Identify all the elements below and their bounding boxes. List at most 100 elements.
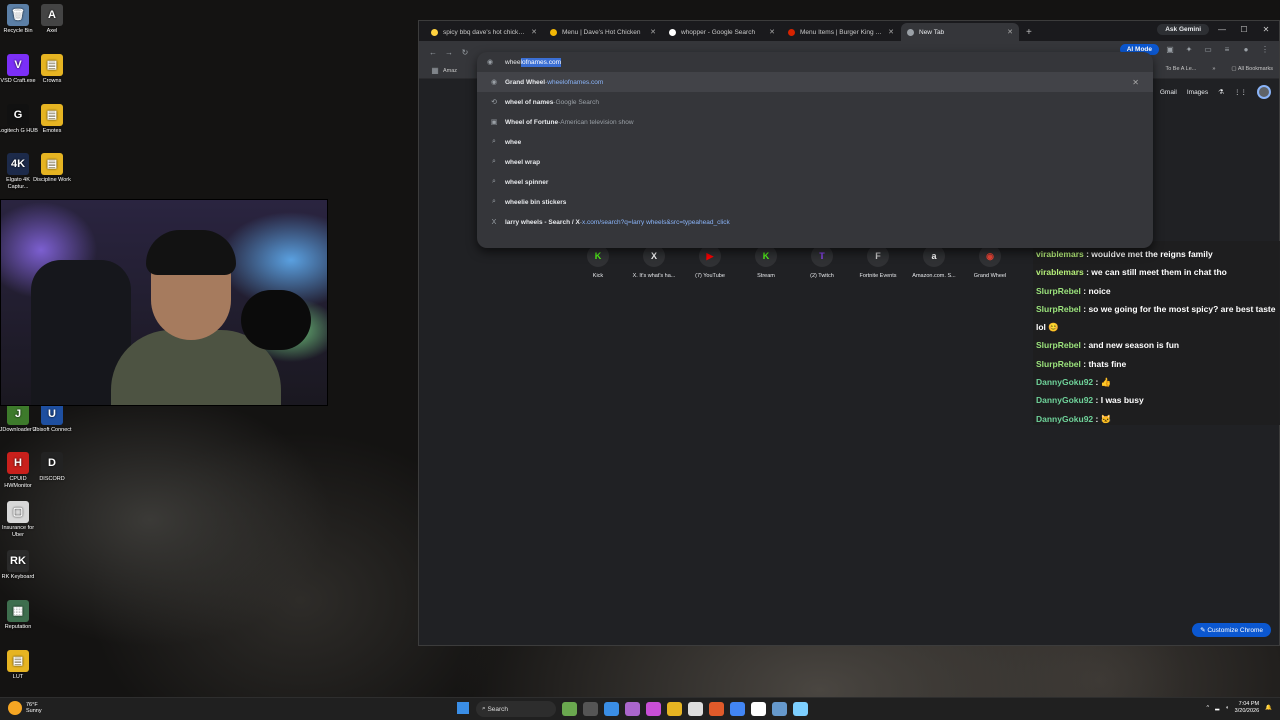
omnibox-suggestion[interactable]: ⌕ whee	[477, 132, 1153, 152]
taskbar-app-icon[interactable]	[583, 702, 598, 716]
reload-icon[interactable]: ↻	[457, 48, 473, 57]
downloads-icon[interactable]: ≡	[1219, 45, 1235, 54]
desktop-icon[interactable]: D DISCORD	[30, 452, 74, 483]
desktop-icon[interactable]: U Ubisoft Connect	[30, 403, 74, 434]
bookmark-to-be-a-le[interactable]: To Be A Le...	[1165, 66, 1196, 72]
browser-tab[interactable]: whopper - Google Search ✕	[663, 23, 781, 41]
maximize-button[interactable]: ☐	[1235, 25, 1253, 34]
app-icon: G	[7, 104, 29, 126]
network-icon[interactable]: ▂	[1215, 705, 1219, 711]
desktop-icon[interactable]: ▤ Emotes	[30, 104, 74, 135]
extensions-icon[interactable]: ✦	[1181, 45, 1197, 54]
ask-gemini-button[interactable]: Ask Gemini	[1157, 24, 1209, 35]
tray-chevron-icon[interactable]: ^	[1207, 705, 1210, 711]
shortcut-label: Grand Wheel	[973, 273, 1007, 279]
volume-icon[interactable]: ◖	[1225, 705, 1228, 711]
taskbar-app-icon[interactable]	[751, 702, 766, 716]
weather-widget[interactable]: 76°F Sunny	[8, 701, 42, 715]
profile-icon[interactable]: ●	[1238, 45, 1254, 54]
omnibox-suggestion[interactable]: Xlarry wheels - Search / X - x.com/searc…	[477, 212, 1153, 232]
taskbar-app-icon[interactable]	[772, 702, 787, 716]
google-apps-icon[interactable]: ⋮⋮	[1234, 88, 1247, 96]
ntp-shortcut[interactable]: K Stream	[738, 245, 794, 279]
back-icon[interactable]: ←	[425, 48, 441, 57]
chat-text: and new season is fun	[1088, 340, 1180, 351]
desktop-icon[interactable]: A Axel	[30, 4, 74, 35]
ntp-shortcut[interactable]: ▶ (7) YouTube	[682, 245, 738, 279]
omnibox-suggestion[interactable]: ⌕ wheel wrap	[477, 152, 1153, 172]
all-bookmarks-button[interactable]: ▢ All Bookmarks	[1231, 66, 1273, 72]
taskbar-app-icon[interactable]	[562, 702, 577, 716]
taskbar-app-icon[interactable]	[730, 702, 745, 716]
tab-close-icon[interactable]: ✕	[769, 28, 775, 36]
browser-tab[interactable]: Menu | Dave's Hot Chicken ✕	[544, 23, 662, 41]
desktop-icon[interactable]: ▤ Discipline Work	[30, 153, 74, 184]
labs-icon[interactable]: ⚗	[1218, 88, 1224, 96]
taskbar-search[interactable]: ⌕ Search	[476, 701, 556, 717]
taskbar-app-icon[interactable]	[646, 702, 661, 716]
omnibox-suggestion[interactable]: ◉ Grand Wheel - wheelofnames.com ✕	[477, 72, 1153, 92]
apps-grid-icon[interactable]: ▦	[427, 66, 443, 75]
ntp-shortcut[interactable]: F Fortnite Events	[850, 245, 906, 279]
browser-tab[interactable]: spicy bbq dave's hot chicken b ✕	[425, 23, 543, 41]
browser-tab[interactable]: New Tab ✕	[901, 23, 1019, 41]
ntp-shortcut[interactable]: ◉ Grand Wheel	[962, 245, 1018, 279]
desktop-icon[interactable]: ▢ Insurance for Uber	[0, 501, 40, 539]
omnibox-suggestion[interactable]: ⌕ wheelie bin stickers	[477, 192, 1153, 212]
notification-icon[interactable]: 🔔	[1265, 705, 1272, 711]
chat-message: DannyGoku92 : 🐱	[1036, 410, 1277, 428]
gmail-link[interactable]: Gmail	[1160, 89, 1177, 96]
suggestion-icon: ▣	[490, 119, 498, 126]
tab-close-icon[interactable]: ✕	[531, 28, 537, 36]
desktop-icon[interactable]: ▦ Reputation	[0, 600, 40, 631]
sidepanel-icon[interactable]: ▭	[1200, 45, 1216, 54]
images-link[interactable]: Images	[1187, 89, 1208, 96]
taskbar-app-icon[interactable]	[688, 702, 703, 716]
tab-close-icon[interactable]: ✕	[1007, 28, 1013, 36]
remove-suggestion-icon[interactable]: ✕	[1132, 78, 1139, 87]
omnibox-suggestion[interactable]: ⌕ wheel spinner	[477, 172, 1153, 192]
sun-icon	[8, 701, 22, 715]
taskbar-apps	[562, 702, 808, 716]
taskbar-app-icon[interactable]	[667, 702, 682, 716]
address-bar-input[interactable]: ◉ whee lofnames.com	[477, 52, 1153, 72]
bookmark-amazon[interactable]: Amaz	[443, 68, 457, 74]
desktop-icon[interactable]: ▤ Crowns	[30, 54, 74, 85]
shortcuts-row: K Kick X X. It's what's ha... ▶ (7) YouTube K S…	[570, 245, 1018, 279]
close-window-button[interactable]: ✕	[1257, 25, 1275, 34]
minimize-button[interactable]: —	[1213, 25, 1231, 34]
tab-close-icon[interactable]: ✕	[650, 28, 656, 36]
app-icon: V	[7, 54, 29, 76]
taskbar-app-icon[interactable]	[709, 702, 724, 716]
omnibox-suggestion[interactable]: ⟲ wheel of names - Google Search	[477, 92, 1153, 112]
forward-icon[interactable]: →	[441, 48, 457, 57]
taskbar-app-icon[interactable]	[625, 702, 640, 716]
taskbar-app-icon[interactable]	[604, 702, 619, 716]
ntp-shortcut[interactable]: X X. It's what's ha...	[626, 245, 682, 279]
shortcut-icon: X	[643, 245, 665, 267]
chat-username: DannyGoku92	[1036, 413, 1094, 424]
ntp-shortcut[interactable]: a Amazon.com. S...	[906, 245, 962, 279]
desktop-icon[interactable]: RK RK Keyboard	[0, 550, 40, 581]
new-tab-button[interactable]: +	[1026, 27, 1032, 38]
omnibox-suggestion[interactable]: ▣ Wheel of Fortune - American television …	[477, 112, 1153, 132]
ntp-shortcut[interactable]: T (2) Twitch	[794, 245, 850, 279]
tab-close-icon[interactable]: ✕	[888, 28, 894, 36]
windows-start-icon[interactable]	[457, 702, 469, 714]
ntp-shortcut[interactable]: K Kick	[570, 245, 626, 279]
taskbar-app-icon[interactable]	[793, 702, 808, 716]
menu-icon[interactable]: ⋮	[1257, 45, 1273, 54]
browser-tab[interactable]: Menu Items | Burger King New ✕	[782, 23, 900, 41]
chevron-right-icon[interactable]: »	[1212, 66, 1215, 72]
bookmark-star-icon[interactable]: ▣	[1162, 45, 1178, 54]
autocomplete-text: lofnames.com	[520, 57, 562, 67]
clock[interactable]: 7:04 PM 3/20/2026	[1235, 701, 1259, 715]
avatar[interactable]	[1257, 85, 1271, 99]
suggestion-title: whee	[505, 138, 522, 146]
chat-message: SlurpRebel : thats fine	[1036, 355, 1277, 373]
app-icon: ▦	[7, 600, 29, 622]
desktop-icon[interactable]: ▤ LUT	[0, 650, 40, 681]
customize-chrome-button[interactable]: ✎ Customize Chrome	[1192, 623, 1271, 637]
typed-text: whee	[505, 58, 521, 66]
shortcut-icon: K	[587, 245, 609, 267]
